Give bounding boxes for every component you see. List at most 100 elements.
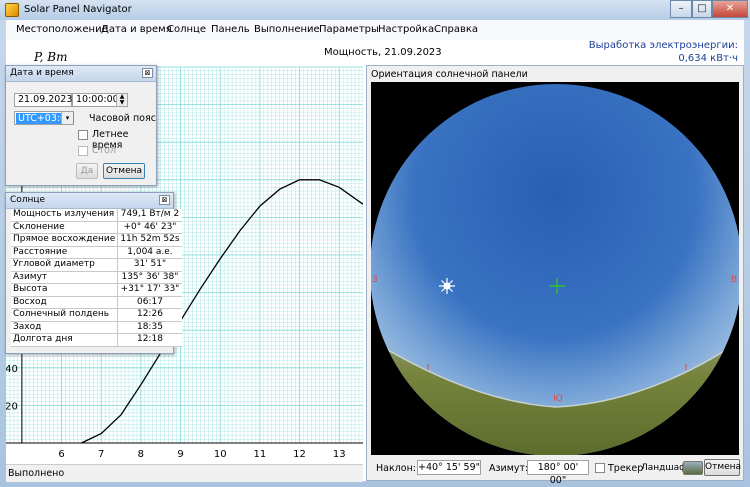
orientation-cancel-button[interactable]: Отмена bbox=[704, 459, 741, 476]
menu-run[interactable]: Выполнение bbox=[254, 24, 320, 35]
tilt-label: Наклон: bbox=[376, 463, 416, 474]
x-tick-label: 10 bbox=[214, 449, 227, 460]
azimuth-field[interactable]: 180° 00' 00" bbox=[527, 460, 589, 486]
table-row: Мощность излучения 749,1 Вт/м 2 bbox=[11, 209, 182, 222]
datetime-dialog-titlebar: Дата и время ⊠ bbox=[6, 66, 156, 82]
row-value: +31° 17' 33" bbox=[117, 283, 182, 297]
datetime-close-icon[interactable]: ⊠ bbox=[142, 68, 153, 78]
table-row: Долгота дня 12:18 bbox=[11, 333, 182, 347]
row-label: Расстояние bbox=[11, 246, 119, 259]
azimuth-label: Азимут: bbox=[489, 463, 529, 474]
fisheye-sky-image: З В Ю bbox=[371, 84, 739, 455]
app-window: Solar Panel Navigator – □ ✕ Местоположен… bbox=[0, 0, 750, 487]
date-field[interactable]: 21.09.2023 bbox=[14, 93, 72, 107]
x-tick-label: 7 bbox=[98, 449, 104, 460]
time-value: 10:00:00 bbox=[76, 94, 119, 105]
x-tick-label: 6 bbox=[58, 449, 64, 460]
tilt-field[interactable]: +40° 15' 59" bbox=[417, 460, 481, 475]
row-value: 12:18 bbox=[117, 333, 182, 347]
datetime-dialog-title: Дата и время bbox=[10, 68, 74, 78]
sun-info-table: Мощность излучения 749,1 Вт/м 2 Склонение… bbox=[11, 209, 182, 347]
compass-west: З bbox=[372, 275, 378, 285]
x-tick-label: 11 bbox=[253, 449, 266, 460]
row-value: 135° 36' 38" bbox=[117, 271, 182, 284]
compass-east: В bbox=[731, 275, 737, 285]
y-tick-label: 20 bbox=[6, 401, 18, 412]
row-value: 31' 51" bbox=[117, 258, 182, 272]
close-button[interactable]: ✕ bbox=[712, 0, 748, 18]
menu-datetime[interactable]: Дата и время bbox=[101, 24, 172, 35]
row-label: Восход bbox=[11, 296, 119, 309]
timezone-label: Часовой пояс bbox=[89, 113, 156, 124]
table-row: Азимут 135° 36' 38" bbox=[11, 271, 182, 284]
datetime-dialog: Дата и время ⊠ 21.09.2023 10:00:00 ▲ ▼ UT… bbox=[5, 65, 157, 186]
landscape-icon[interactable] bbox=[683, 461, 703, 475]
energy-value: 0,634 кВт·ч bbox=[678, 53, 738, 64]
ok-button[interactable]: Да bbox=[76, 163, 98, 179]
row-value: +0° 46' 23" bbox=[117, 221, 182, 234]
sky-view[interactable]: З В Ю bbox=[371, 82, 739, 455]
menu-parameters[interactable]: Параметры bbox=[319, 24, 379, 35]
status-text: Выполнено bbox=[8, 468, 65, 479]
table-row: Высота +31° 17' 33" bbox=[11, 283, 182, 297]
row-value: 1,004 а.е. bbox=[117, 246, 182, 259]
table-checkbox[interactable] bbox=[78, 146, 88, 156]
maximize-button[interactable]: □ bbox=[692, 0, 712, 18]
time-field[interactable]: 10:00:00 ▲ ▼ bbox=[72, 93, 128, 107]
menu-bar: Местоположение Дата и время Солнце Панел… bbox=[6, 20, 744, 40]
sun-dialog-title: Солнце bbox=[10, 195, 46, 205]
x-tick-label: 9 bbox=[177, 449, 183, 460]
menu-sun[interactable]: Солнце bbox=[167, 24, 206, 35]
row-label: Азимут bbox=[11, 271, 119, 284]
row-value: 12:26 bbox=[117, 308, 182, 322]
sun-dialog: Солнце ⊠ Мощность излучения 749,1 Вт/м 2 … bbox=[5, 192, 182, 354]
energy-label: Выработка электроэнергии: bbox=[588, 40, 738, 51]
chevron-down-icon[interactable]: ▾ bbox=[61, 112, 73, 124]
x-tick-label: 13 bbox=[333, 449, 346, 460]
orientation-panel-title: Ориентация солнечной панели bbox=[371, 69, 528, 80]
sun-app-icon bbox=[5, 3, 19, 17]
menu-location[interactable]: Местоположение bbox=[16, 24, 108, 35]
table-row: Склонение +0° 46' 23" bbox=[11, 221, 182, 234]
row-label: Угловой диаметр bbox=[11, 258, 119, 272]
table-row: Прямое восхождение 11h 52m 52s bbox=[11, 233, 182, 247]
menu-help[interactable]: Справка bbox=[434, 24, 478, 35]
row-label: Долгота дня bbox=[11, 333, 119, 347]
row-value: 06:17 bbox=[117, 296, 182, 309]
compass-south: Ю bbox=[553, 394, 563, 404]
status-bar: Выполнено bbox=[6, 464, 363, 482]
table-row: Восход 06:17 bbox=[11, 296, 182, 309]
row-label: Склонение bbox=[11, 221, 119, 234]
row-label: Заход bbox=[11, 321, 119, 334]
table-row: Заход 18:35 bbox=[11, 321, 182, 334]
row-label: Мощность излучения bbox=[11, 209, 119, 222]
row-label: Прямое восхождение bbox=[11, 233, 119, 247]
energy-readout: Выработка электроэнергии: 0,634 кВт·ч bbox=[586, 39, 738, 65]
menu-panel[interactable]: Панель bbox=[211, 24, 250, 35]
table-row: Расстояние 1,004 а.е. bbox=[11, 246, 182, 259]
time-spinner-icon[interactable]: ▲ ▼ bbox=[116, 94, 127, 106]
window-title: Solar Panel Navigator bbox=[24, 4, 132, 15]
tracker-label: Трекер bbox=[608, 463, 644, 474]
dst-checkbox[interactable] bbox=[78, 130, 88, 140]
row-value: 18:35 bbox=[117, 321, 182, 334]
sun-close-icon[interactable]: ⊠ bbox=[159, 195, 170, 205]
x-tick-label: 12 bbox=[293, 449, 306, 460]
datetime-cancel-button[interactable]: Отмена bbox=[103, 163, 145, 179]
x-tick-label: 8 bbox=[138, 449, 144, 460]
timezone-select[interactable]: UTC+03:00 ▾ bbox=[14, 111, 75, 125]
table-label: Стол bbox=[92, 145, 117, 156]
y-tick-label: 40 bbox=[6, 364, 18, 375]
minimize-button[interactable]: – bbox=[670, 0, 692, 18]
main-area: P, Вт Мощность, 21.09.2023 Выработка эле… bbox=[5, 39, 744, 486]
row-value: 749,1 Вт/м 2 bbox=[117, 209, 182, 222]
orientation-panel: Ориентация солнечной панели З В Ю Наклон… bbox=[366, 65, 744, 486]
row-label: Солнечный полдень bbox=[11, 308, 119, 322]
menu-settings[interactable]: Настройка bbox=[378, 24, 434, 35]
title-bar: Solar Panel Navigator – □ ✕ bbox=[0, 0, 750, 20]
table-row: Угловой диаметр 31' 51" bbox=[11, 258, 182, 272]
tracker-checkbox[interactable] bbox=[595, 463, 605, 473]
sun-dialog-titlebar: Солнце ⊠ bbox=[6, 193, 173, 209]
row-value: 11h 52m 52s bbox=[117, 233, 182, 247]
table-row: Солнечный полдень 12:26 bbox=[11, 308, 182, 322]
